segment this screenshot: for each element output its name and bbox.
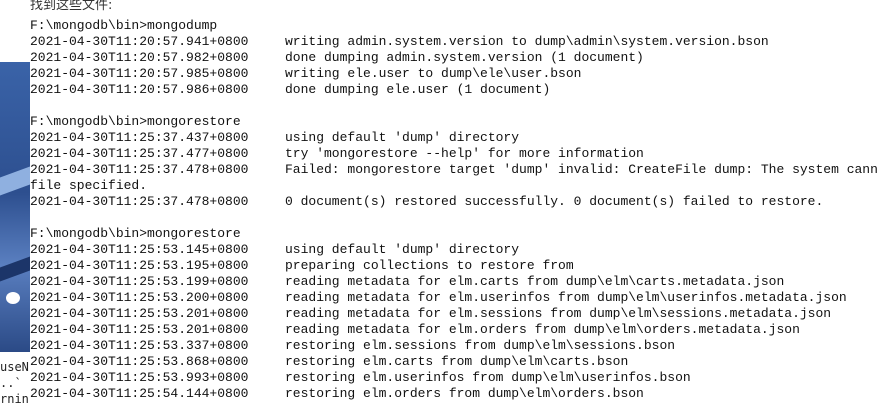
command-prompt-text: F:\mongodb\bin>mongorestore (30, 226, 241, 241)
log-continuation-text: file specified. (30, 178, 148, 193)
log-message: writing ele.user to dump\ele\user.bson (285, 66, 582, 81)
log-message: done dumping admin.system.version (1 doc… (285, 50, 644, 65)
background-text-fragment: useN (0, 360, 29, 374)
log-line: 2021-04-30T11:25:53.201+0800 reading meta… (30, 322, 891, 338)
log-timestamp: 2021-04-30T11:25:37.477+0800 (30, 146, 249, 161)
log-timestamp: 2021-04-30T11:20:57.982+0800 (30, 50, 249, 65)
log-message: reading metadata for elm.carts from dump… (285, 274, 785, 289)
log-timestamp: 2021-04-30T11:25:37.437+0800 (30, 130, 249, 145)
log-message: restoring elm.userinfos from dump\elm\us… (285, 370, 691, 385)
log-line: 2021-04-30T11:25:37.437+0800 using defaul… (30, 130, 891, 146)
log-line: 2021-04-30T11:20:57.941+0800 writing admi… (30, 34, 891, 50)
log-line: 2021-04-30T11:25:37.477+0800 try 'mongore… (30, 146, 891, 162)
cropped-heading-text: 找到这些文件: (30, 0, 113, 13)
command-line: F:\mongodb\bin>mongorestore (30, 226, 891, 242)
log-line: 2021-04-30T11:25:53.195+0800 preparing co… (30, 258, 891, 274)
log-timestamp: 2021-04-30T11:25:53.868+0800 (30, 354, 249, 369)
log-timestamp: 2021-04-30T11:20:57.941+0800 (30, 34, 249, 49)
background-text-fragment: rnin (0, 392, 29, 406)
command-prompt-text: F:\mongodb\bin>mongodump (30, 18, 218, 33)
log-message: Failed: mongorestore target 'dump' inval… (285, 162, 878, 177)
log-line: 2021-04-30T11:25:37.478+0800 Failed: mong… (30, 162, 891, 178)
log-message: writing admin.system.version to dump\adm… (285, 34, 769, 49)
log-line: 2021-04-30T11:25:53.868+0800 restoring el… (30, 354, 891, 370)
log-line: 2021-04-30T11:25:37.478+0800 0 document(s… (30, 194, 891, 210)
log-timestamp: 2021-04-30T11:25:53.201+0800 (30, 322, 249, 337)
command-line: F:\mongodb\bin>mongorestore (30, 114, 891, 130)
log-line: 2021-04-30T11:25:53.201+0800 reading meta… (30, 306, 891, 322)
log-timestamp: 2021-04-30T11:25:53.993+0800 (30, 370, 249, 385)
log-line: file specified. (30, 178, 891, 194)
log-timestamp: 2021-04-30T11:25:53.200+0800 (30, 290, 249, 305)
log-message: restoring elm.orders from dump\elm\order… (285, 386, 644, 401)
log-timestamp: 2021-04-30T11:25:53.201+0800 (30, 306, 249, 321)
log-timestamp: 2021-04-30T11:25:53.199+0800 (30, 274, 249, 289)
log-line: 2021-04-30T11:20:57.986+0800 done dumping… (30, 82, 891, 98)
log-timestamp: 2021-04-30T11:20:57.986+0800 (30, 82, 249, 97)
log-message: restoring elm.sessions from dump\elm\ses… (285, 338, 676, 353)
command-prompt-text: F:\mongodb\bin>mongorestore (30, 114, 241, 129)
log-timestamp: 2021-04-30T11:25:53.337+0800 (30, 338, 249, 353)
background-window-fragment: useN ..` rnin (0, 0, 30, 408)
terminal-output[interactable]: F:\mongodb\bin>mongodump 2021-04-30T11:20… (30, 18, 891, 408)
log-message: restoring elm.carts from dump\elm\carts.… (285, 354, 629, 369)
command-line: F:\mongodb\bin>mongodump (30, 18, 891, 34)
log-message: done dumping ele.user (1 document) (285, 82, 551, 97)
background-text-fragment: ..` (0, 376, 22, 390)
log-message: reading metadata for elm.sessions from d… (285, 306, 832, 321)
log-timestamp: 2021-04-30T11:20:57.985+0800 (30, 66, 249, 81)
log-message: reading metadata for elm.orders from dum… (285, 322, 800, 337)
log-line: 2021-04-30T11:20:57.982+0800 done dumping… (30, 50, 891, 66)
log-message: using default 'dump' directory (285, 242, 520, 257)
log-line: 2021-04-30T11:25:53.993+0800 restoring el… (30, 370, 891, 386)
log-message: reading metadata for elm.userinfos from … (285, 290, 847, 305)
log-message: using default 'dump' directory (285, 130, 520, 145)
log-message: try 'mongorestore --help' for more infor… (285, 146, 644, 161)
log-timestamp: 2021-04-30T11:25:37.478+0800 (30, 162, 249, 177)
log-timestamp: 2021-04-30T11:25:53.195+0800 (30, 258, 249, 273)
log-message: preparing collections to restore from (285, 258, 574, 273)
log-message: 0 document(s) restored successfully. 0 d… (285, 194, 824, 209)
log-timestamp: 2021-04-30T11:25:54.144+0800 (30, 386, 249, 401)
log-timestamp: 2021-04-30T11:25:53.145+0800 (30, 242, 249, 257)
log-line: 2021-04-30T11:20:57.985+0800 writing ele.… (30, 66, 891, 82)
log-line: 2021-04-30T11:25:53.199+0800 reading meta… (30, 274, 891, 290)
log-line: 2021-04-30T11:25:54.144+0800 restoring el… (30, 386, 891, 402)
log-line: 2021-04-30T11:25:53.200+0800 reading meta… (30, 290, 891, 306)
log-line: 2021-04-30T11:25:53.337+0800 restoring el… (30, 338, 891, 354)
log-timestamp: 2021-04-30T11:25:37.478+0800 (30, 194, 249, 209)
log-line: 2021-04-30T11:25:53.145+0800 using defaul… (30, 242, 891, 258)
background-artwork (0, 62, 30, 352)
